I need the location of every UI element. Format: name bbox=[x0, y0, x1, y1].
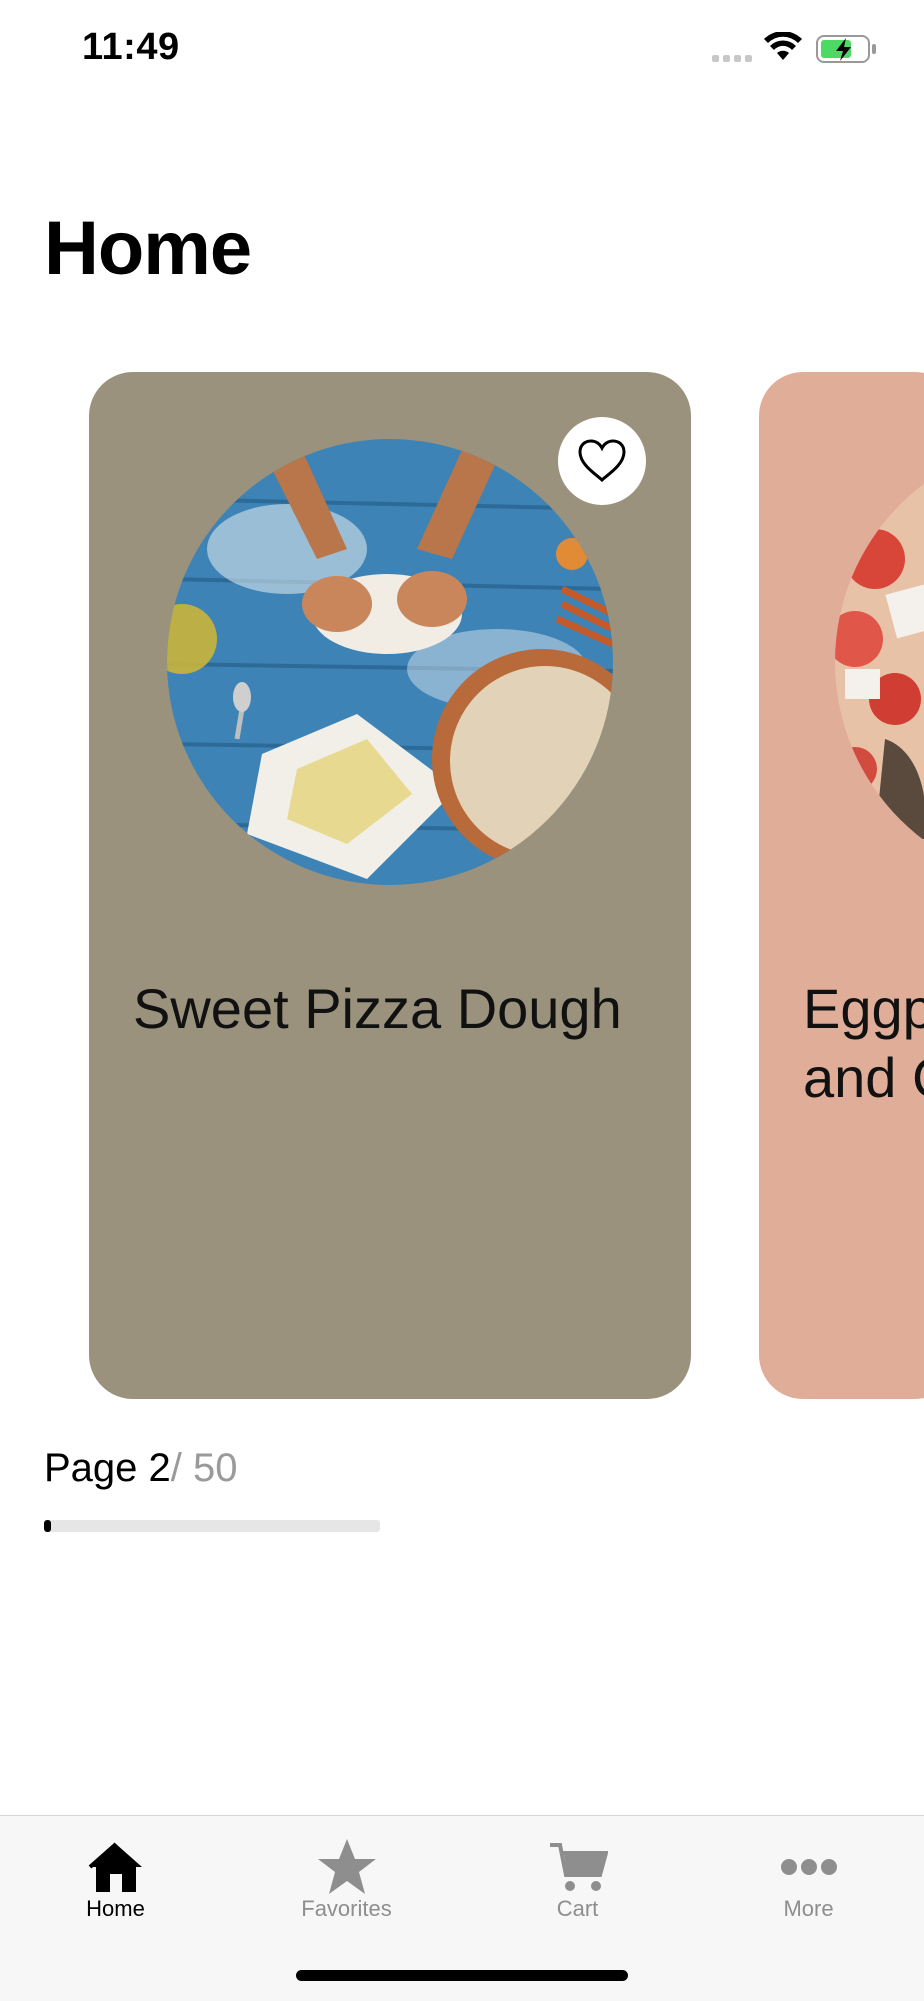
wifi-icon bbox=[764, 31, 802, 67]
tab-label: Favorites bbox=[301, 1896, 392, 1921]
page-progress-bar bbox=[44, 1520, 380, 1532]
tab-label: Home bbox=[86, 1896, 145, 1921]
tab-cart[interactable]: Cart bbox=[462, 1816, 693, 1926]
cart-icon bbox=[462, 1834, 693, 1900]
tab-label: More bbox=[783, 1896, 834, 1921]
tab-favorites[interactable]: Favorites bbox=[231, 1816, 462, 1926]
page-total: / 50 bbox=[170, 1446, 238, 1490]
house-icon bbox=[0, 1834, 231, 1900]
home-indicator bbox=[296, 1970, 628, 1981]
star-icon bbox=[231, 1834, 462, 1900]
cellular-signal-icon bbox=[712, 55, 752, 62]
recipe-title: Sweet Pizza Dough bbox=[133, 977, 622, 1040]
recipe-photo bbox=[167, 439, 613, 885]
tab-label: Cart bbox=[556, 1896, 599, 1921]
recipe-card[interactable]: Sweet Pizza Dough bbox=[89, 372, 691, 1399]
page-indicator: Page 2/ 50 bbox=[44, 1446, 238, 1491]
recipe-card[interactable]: Eggplant and C bbox=[759, 372, 924, 1399]
tab-home[interactable]: Home bbox=[0, 1816, 231, 1926]
battery-charging-icon bbox=[816, 34, 878, 69]
status-time: 11:49 bbox=[82, 26, 180, 68]
recipe-photo bbox=[835, 439, 924, 885]
recipe-title: Eggplant and C bbox=[803, 977, 924, 1109]
favorite-button[interactable] bbox=[558, 417, 646, 505]
page-current: Page 2 bbox=[44, 1446, 171, 1490]
page-title: Home bbox=[44, 206, 252, 291]
tab-more[interactable]: More bbox=[693, 1816, 924, 1926]
ellipsis-icon bbox=[693, 1834, 924, 1900]
page-progress-fill bbox=[44, 1520, 51, 1532]
status-bar: 11:49 bbox=[0, 0, 924, 100]
heart-outline-icon bbox=[578, 439, 626, 483]
